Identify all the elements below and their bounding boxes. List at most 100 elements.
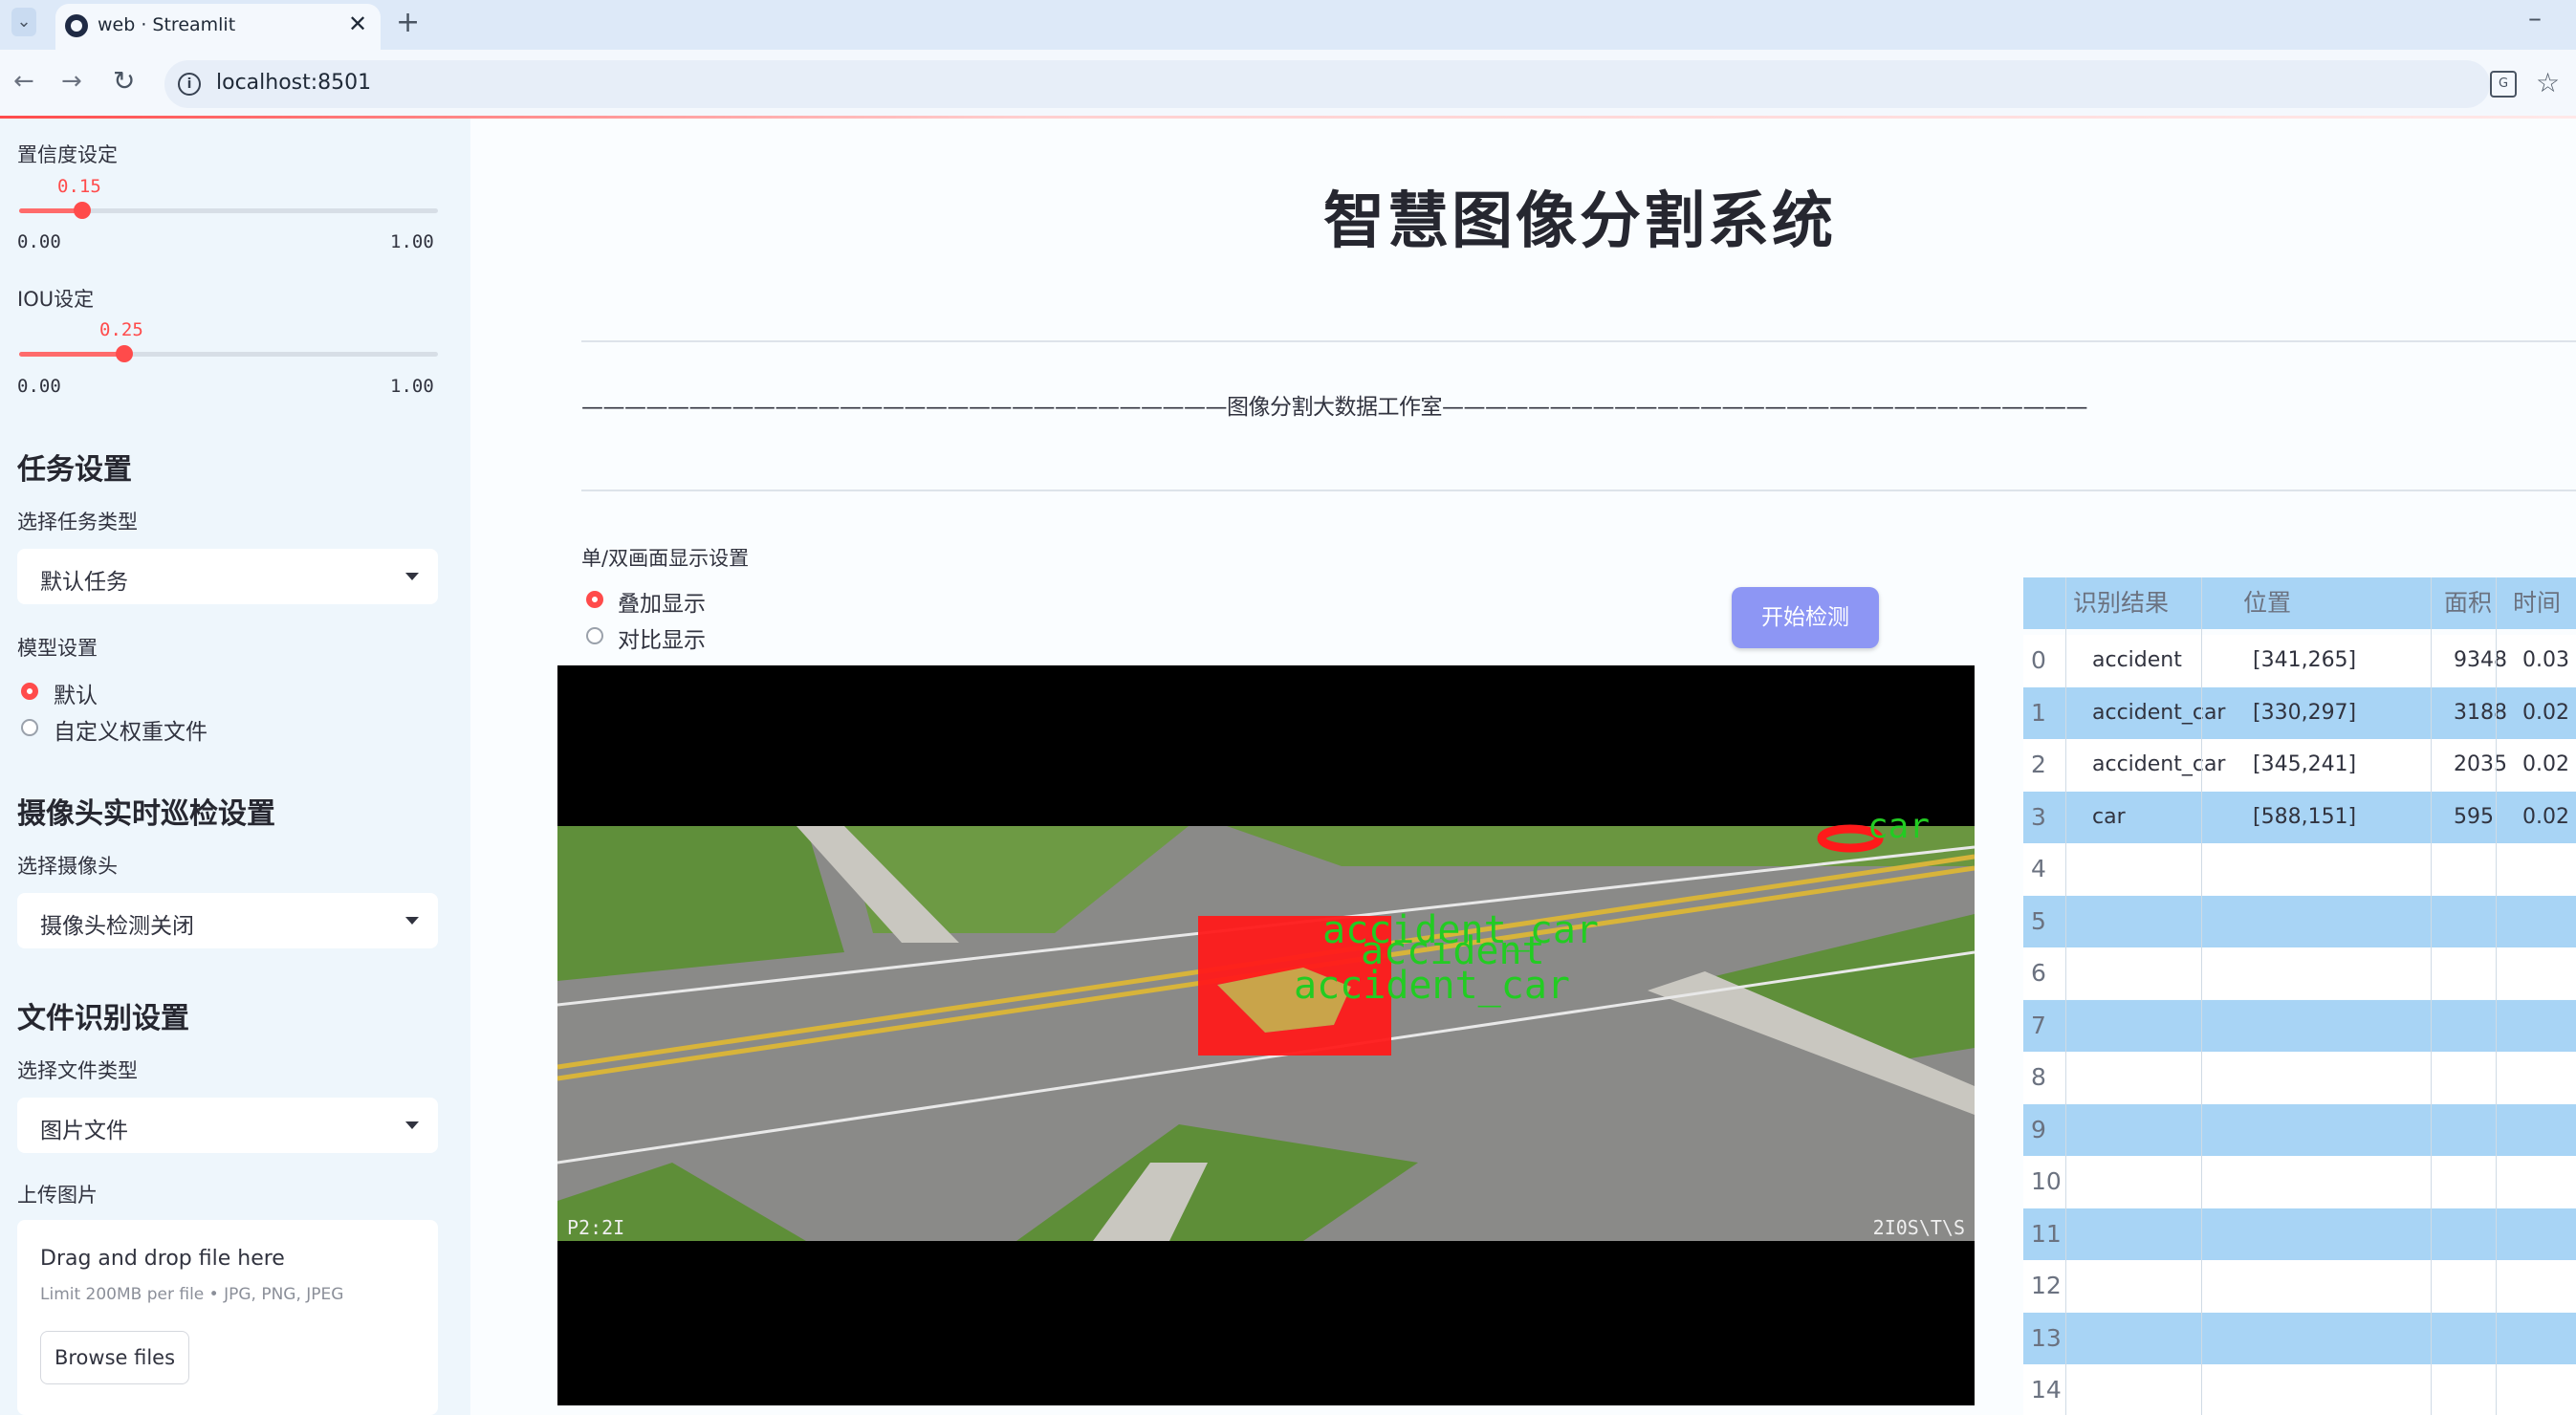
upload-label: 上传图片 — [17, 1184, 98, 1207]
task-settings-header: 任务设置 — [17, 453, 132, 487]
file-type-select[interactable]: 图片文件 — [17, 1098, 438, 1153]
table-row[interactable]: 14 — [2023, 1364, 2576, 1415]
divider — [581, 490, 2576, 491]
table-row[interactable]: 13 — [2023, 1312, 2576, 1364]
url-bar[interactable]: i localhost:8501 — [164, 60, 2490, 108]
column-divider — [2201, 577, 2202, 1415]
confidence-max: 1.00 — [390, 231, 434, 252]
new-tab-icon[interactable]: + — [396, 6, 420, 39]
bookmark-star-icon[interactable]: ☆ — [2536, 67, 2560, 98]
reload-icon[interactable]: ↻ — [113, 65, 135, 97]
task-type-label: 选择任务类型 — [17, 511, 138, 533]
table-cell-position: [341,265] — [2253, 648, 2357, 672]
column-divider — [2496, 577, 2497, 1415]
camera-selected: 摄像头检测关闭 — [40, 914, 194, 939]
file-type-label: 选择文件类型 — [17, 1059, 138, 1082]
translate-icon[interactable]: G — [2490, 71, 2517, 98]
table-row[interactable]: 10 — [2023, 1156, 2576, 1208]
display-radio-compare[interactable] — [586, 627, 603, 644]
table-row[interactable]: 12 — [2023, 1260, 2576, 1312]
back-icon[interactable]: ← — [13, 67, 34, 96]
table-row[interactable]: 1 accident_car [330,297] 3188 0.02 — [2023, 686, 2576, 739]
forward-icon[interactable]: → — [61, 67, 82, 96]
model-settings-label: 模型设置 — [17, 637, 98, 660]
detection-scene: accident_car accident accident_car car P… — [557, 807, 1976, 1241]
detection-label: car — [1867, 807, 1930, 846]
table-cell-time: 0.03 — [2522, 648, 2569, 672]
detection-label: accident_car — [1294, 964, 1570, 1008]
start-detection-button[interactable]: 开始检测 — [1732, 587, 1879, 648]
task-type-selected: 默认任务 — [40, 570, 128, 595]
column-header[interactable]: 位置 — [2243, 577, 2291, 629]
file-dropzone[interactable]: Drag and drop file here Limit 200MB per … — [17, 1220, 438, 1415]
table-cell-idx: 10 — [2031, 1167, 2062, 1195]
table-cell-idx: 7 — [2031, 1011, 2046, 1039]
table-cell-position: [330,297] — [2253, 700, 2357, 725]
close-tab-icon[interactable]: ✕ — [348, 11, 367, 37]
table-cell-result: accident_car — [2092, 700, 2226, 725]
table-cell-position: [588,151] — [2253, 804, 2357, 829]
results-table: 识别结果 位置 面积 时间 0 accident [341,265] 9 3 4 8 0.03 1 ac… — [2023, 577, 2576, 1415]
browser-tab[interactable]: web · Streamlit ✕ — [55, 4, 381, 50]
table-row[interactable]: 3 car [588,151] 595 0.02 — [2023, 791, 2576, 843]
table-row[interactable]: 11 — [2023, 1208, 2576, 1260]
url-text: localhost:8501 — [216, 71, 372, 95]
site-info-icon[interactable]: i — [178, 73, 201, 96]
chevron-down-icon — [405, 573, 419, 580]
table-row[interactable]: 7 — [2023, 999, 2576, 1052]
osd-right-text: 2I0S\T\S — [1873, 1216, 1965, 1239]
table-cell-area: 2035 — [2454, 752, 2507, 776]
table-header: 识别结果 位置 面积 时间 — [2023, 577, 2576, 629]
minimize-icon[interactable]: – — [2528, 2, 2542, 33]
table-row[interactable]: 0 accident [341,265] 9348 0.03 — [2023, 635, 2576, 686]
model-option-default: 默认 — [54, 684, 98, 708]
table-cell-result: accident — [2092, 648, 2182, 672]
camera-settings-header: 摄像头实时巡检设置 — [17, 797, 275, 831]
browse-files-button[interactable]: Browse files — [40, 1331, 189, 1384]
table-row[interactable]: 4 — [2023, 843, 2576, 895]
column-header[interactable]: 时间 — [2513, 577, 2561, 629]
column-divider — [2065, 577, 2066, 1415]
iou-max: 1.00 — [390, 376, 434, 397]
model-option-custom: 自定义权重文件 — [54, 720, 207, 745]
iou-slider-thumb[interactable] — [115, 345, 133, 362]
camera-select[interactable]: 摄像头检测关闭 — [17, 893, 438, 948]
display-option-overlay: 叠加显示 — [618, 592, 706, 617]
table-cell-idx: 5 — [2031, 906, 2046, 935]
table-row[interactable]: 9 — [2023, 1103, 2576, 1156]
display-option-compare: 对比显示 — [618, 628, 706, 653]
task-type-select[interactable]: 默认任务 — [17, 549, 438, 604]
table-row[interactable]: 2 accident_car [345,241] 2035 0.02 — [2023, 739, 2576, 791]
tab-dropdown-icon[interactable]: ⌄ — [11, 8, 36, 36]
table-cell-idx: 6 — [2031, 959, 2046, 987]
dropzone-text: Drag and drop file here — [40, 1247, 285, 1271]
table-row[interactable]: 5 — [2023, 895, 2576, 947]
table-cell-idx: 3 — [2031, 802, 2046, 831]
table-cell-idx: 9 — [2031, 1115, 2046, 1143]
column-divider — [2431, 577, 2432, 1415]
model-radio-default[interactable] — [21, 683, 38, 700]
display-radio-overlay[interactable] — [586, 591, 603, 608]
column-header[interactable]: 识别结果 — [2073, 577, 2169, 629]
confidence-value: 0.15 — [57, 176, 101, 197]
table-cell-time: 0.02 — [2522, 804, 2569, 829]
chevron-down-icon — [405, 917, 419, 925]
iou-min: 0.00 — [17, 376, 61, 397]
confidence-slider-thumb[interactable] — [73, 202, 91, 219]
table-row[interactable]: 8 — [2023, 1052, 2576, 1103]
table-cell-area: 3188 — [2454, 700, 2507, 725]
column-header[interactable]: 面积 — [2444, 577, 2492, 629]
table-cell-idx: 11 — [2031, 1219, 2062, 1248]
table-cell-idx: 4 — [2031, 855, 2046, 882]
browser-tab-bar — [0, 0, 2576, 50]
detection-image-viewer: accident_car accident accident_car car P… — [557, 665, 1976, 1405]
table-cell-idx: 13 — [2031, 1323, 2062, 1352]
table-cell-time: 0.02 — [2522, 700, 2569, 725]
table-cell-idx: 1 — [2031, 698, 2046, 727]
confidence-min: 0.00 — [17, 231, 61, 252]
table-row[interactable]: 6 — [2023, 947, 2576, 999]
file-type-selected: 图片文件 — [40, 1119, 128, 1143]
model-radio-custom[interactable] — [21, 719, 38, 736]
table-cell-idx: 2 — [2031, 751, 2046, 778]
table-cell-idx: 0 — [2031, 646, 2046, 674]
